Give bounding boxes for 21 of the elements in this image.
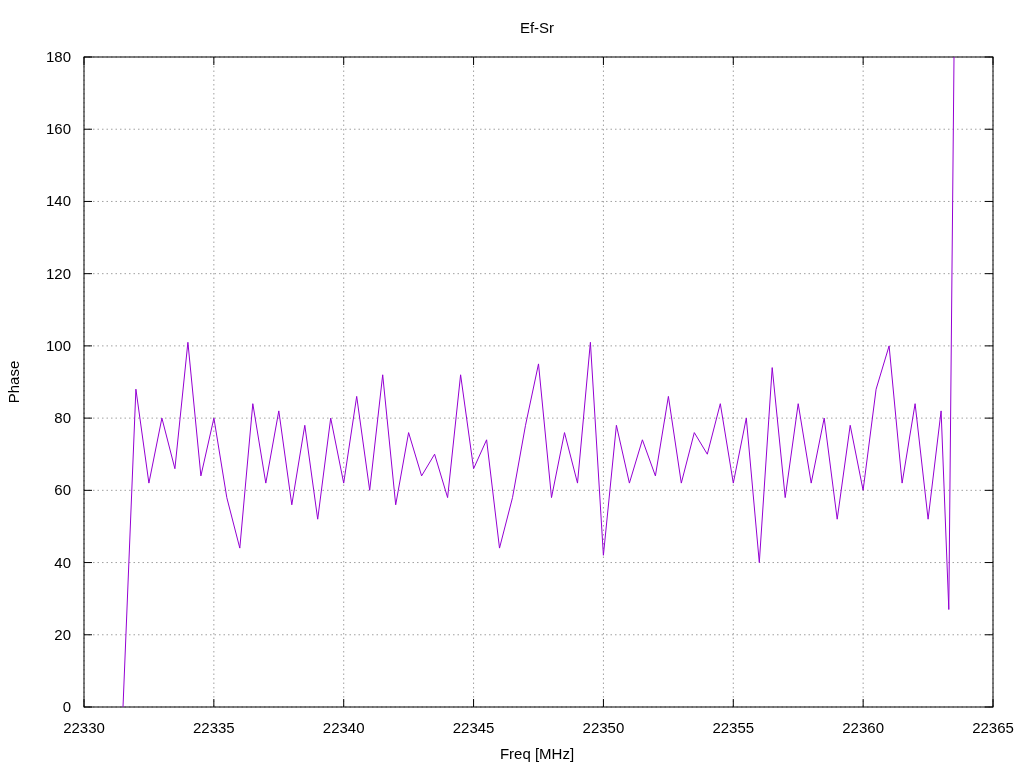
y-tick-label: 60 bbox=[54, 481, 71, 499]
x-tick-label: 22360 bbox=[842, 719, 884, 736]
y-tick-label: 120 bbox=[45, 264, 71, 282]
y-tick-label: 20 bbox=[54, 625, 71, 643]
x-tick-label: 22345 bbox=[452, 719, 495, 736]
chart-title: Ef-Sr bbox=[519, 19, 555, 36]
y-tick-label: 0 bbox=[62, 698, 71, 715]
y-tick-label: 100 bbox=[45, 336, 71, 354]
x-tick-label: 22350 bbox=[582, 719, 625, 736]
x-tick-label: 22365 bbox=[972, 719, 1014, 736]
y-tick-label: 180 bbox=[45, 48, 71, 65]
x-tick-label: 22340 bbox=[322, 719, 365, 736]
y-tick-label: 40 bbox=[54, 553, 71, 571]
y-tick-label: 80 bbox=[54, 409, 71, 427]
y-tick-label: 160 bbox=[45, 120, 71, 138]
x-tick-label: 22355 bbox=[712, 719, 755, 736]
x-tick-label: 22330 bbox=[63, 719, 105, 736]
y-tick-label: 140 bbox=[45, 192, 71, 210]
x-axis-label: Freq [MHz] bbox=[499, 745, 575, 762]
y-axis-label: Phase bbox=[5, 360, 22, 404]
x-tick-label: 22335 bbox=[193, 719, 235, 736]
